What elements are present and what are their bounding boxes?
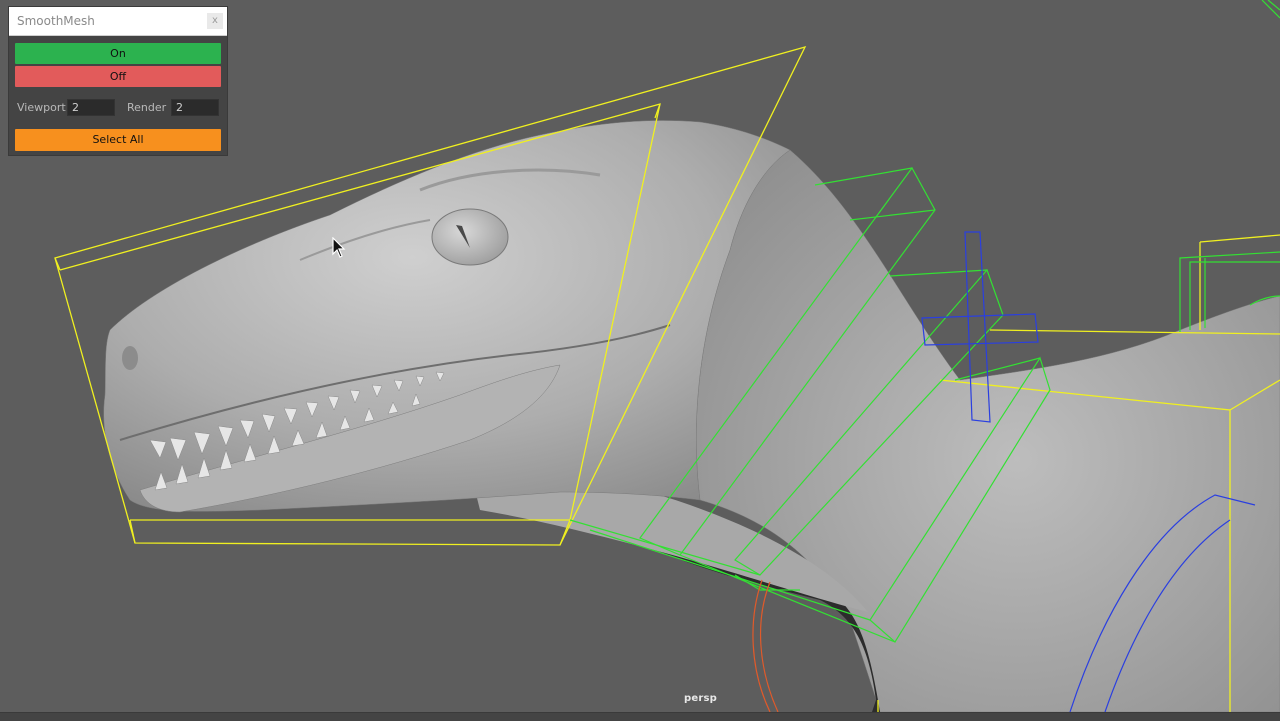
render-level-field[interactable] [171,99,219,116]
smoothmesh-panel: SmoothMesh x On Off Viewport Render Sele… [8,6,228,156]
panel-titlebar[interactable]: SmoothMesh x [9,7,227,36]
viewport-level-label: Viewport [17,101,66,114]
orange-curve [752,579,779,712]
viewport-level-field[interactable] [67,99,115,116]
render-level-label: Render [127,101,167,114]
eye-mesh [431,208,509,266]
on-button[interactable]: On [15,43,221,64]
mouse-cursor-icon [332,237,346,258]
close-button[interactable]: x [207,13,223,29]
body-mesh[interactable] [696,149,1280,712]
head-mesh[interactable] [103,120,791,512]
select-all-button[interactable]: Select All [15,129,221,151]
panel-title: SmoothMesh [17,14,95,28]
off-button[interactable]: Off [15,66,221,87]
body-controller[interactable] [1179,0,1280,332]
camera-label: persp [684,693,717,704]
